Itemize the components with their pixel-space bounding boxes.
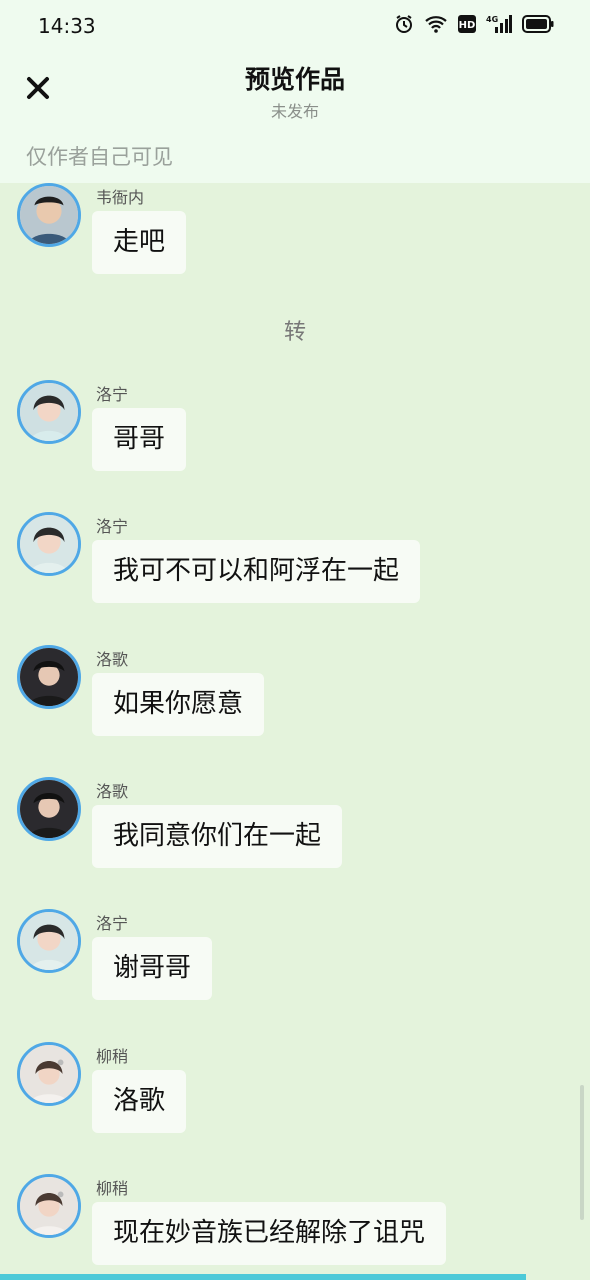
sender-name: 韦衙内 xyxy=(96,188,145,207)
sender-name: 洛宁 xyxy=(96,914,129,933)
message-bubble[interactable]: 我同意你们在一起 xyxy=(92,805,343,868)
sender-name: 柳稍 xyxy=(96,1179,129,1198)
status-icons: HD 4G xyxy=(394,14,554,38)
sender-name: 洛宁 xyxy=(96,517,129,536)
battery-icon xyxy=(522,15,554,37)
hd-icon: HD xyxy=(458,15,476,37)
visibility-note: 仅作者自己可见 xyxy=(26,145,173,169)
alarm-icon xyxy=(394,14,414,38)
svg-text:4G: 4G xyxy=(486,15,498,24)
message-bubble[interactable]: 如果你愿意 xyxy=(92,673,265,736)
scene-transition: 转 xyxy=(283,320,306,345)
sender-name: 洛歌 xyxy=(96,650,129,669)
signal-4g-icon: 4G xyxy=(486,14,512,38)
message-bubble[interactable]: 谢哥哥 xyxy=(92,937,213,1000)
avatar[interactable] xyxy=(17,380,81,444)
progress-bar xyxy=(0,1274,526,1280)
message-bubble[interactable]: 我可不可以和阿浮在一起 xyxy=(92,540,421,603)
avatar[interactable] xyxy=(17,1174,81,1238)
app-header: 14:33 HD 4G 预览作品 未发布 仅作者自己可见 xyxy=(0,0,590,183)
svg-text:HD: HD xyxy=(459,20,476,31)
sender-name: 洛宁 xyxy=(96,385,129,404)
avatar[interactable] xyxy=(17,1042,81,1106)
avatar[interactable] xyxy=(17,512,81,576)
message-bubble[interactable]: 洛歌 xyxy=(92,1070,187,1133)
avatar[interactable] xyxy=(17,909,81,973)
scrollbar[interactable] xyxy=(580,1085,584,1220)
avatar[interactable] xyxy=(17,645,81,709)
status-time: 14:33 xyxy=(38,14,96,38)
wifi-icon xyxy=(424,14,448,38)
message-bubble[interactable]: 哥哥 xyxy=(92,408,187,471)
avatar[interactable] xyxy=(17,777,81,841)
message-bubble[interactable]: 走吧 xyxy=(92,211,187,274)
sender-name: 柳稍 xyxy=(96,1047,129,1066)
avatar[interactable] xyxy=(17,183,81,247)
page-title: 预览作品 xyxy=(244,65,345,94)
publish-status: 未发布 xyxy=(270,102,319,121)
message-bubble[interactable]: 现在妙音族已经解除了诅咒 xyxy=(92,1202,447,1265)
sender-name: 洛歌 xyxy=(96,782,129,801)
